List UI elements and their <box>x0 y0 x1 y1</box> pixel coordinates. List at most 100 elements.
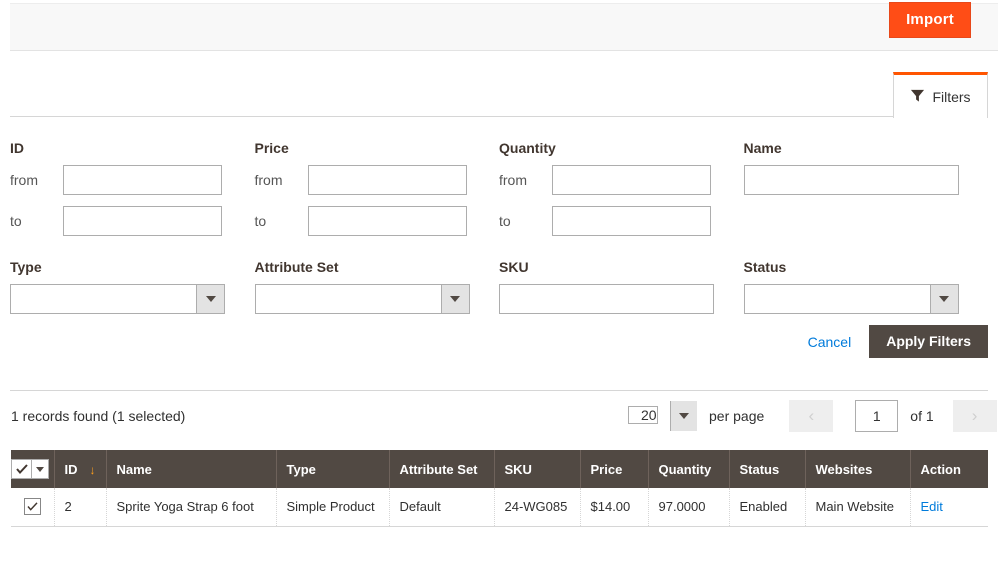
filter-group-attribute-set: Attribute Set <box>255 259 500 314</box>
filter-quantity-to-line: to <box>499 206 744 236</box>
cell-action[interactable]: Edit <box>910 488 988 526</box>
column-header-attribute-set[interactable]: Attribute Set <box>389 450 494 488</box>
column-header-sku[interactable]: SKU <box>494 450 580 488</box>
filter-quantity-from-line: from <box>499 165 744 195</box>
filter-group-status: Status <box>744 259 989 314</box>
filter-label-status: Status <box>744 259 989 275</box>
filter-type-dropdown-button[interactable] <box>196 285 224 313</box>
filter-type-select[interactable] <box>10 284 225 314</box>
filter-actions: Cancel Apply Filters <box>808 325 988 358</box>
filter-group-id: ID from to <box>10 140 255 247</box>
filter-group-sku: SKU <box>499 259 744 314</box>
sort-descending-icon: ↓ <box>90 463 96 477</box>
filter-label-attribute-set: Attribute Set <box>255 259 500 275</box>
column-header-status[interactable]: Status <box>729 450 805 488</box>
filter-name-input[interactable] <box>744 165 959 195</box>
chevron-down-icon <box>36 467 44 472</box>
filter-label-quantity: Quantity <box>499 140 744 156</box>
filter-id-to-line: to <box>10 206 255 236</box>
funnel-icon <box>910 88 925 106</box>
filter-attribute-set-dropdown-button[interactable] <box>441 285 469 313</box>
per-page-dropdown-button[interactable] <box>670 401 697 431</box>
filter-quantity-from-input[interactable] <box>552 165 711 195</box>
product-grid-page: Import Filters ID from to <box>0 0 998 564</box>
filter-status-value[interactable] <box>744 284 959 314</box>
filter-label-name: Name <box>744 140 989 156</box>
per-page-value[interactable]: 20 <box>628 406 658 424</box>
records-found-text: 1 records found (1 selected) <box>11 408 185 424</box>
filter-group-quantity: Quantity from to <box>499 140 744 247</box>
cell-quantity: 97.0000 <box>648 488 729 526</box>
column-header-action: Action <box>910 450 988 488</box>
filter-label-id: ID <box>10 140 255 156</box>
chevron-down-icon <box>679 413 689 419</box>
table-body: 2 Sprite Yoga Strap 6 foot Simple Produc… <box>11 488 988 526</box>
filters-tab[interactable]: Filters <box>893 72 988 118</box>
filter-quantity-to-input[interactable] <box>552 206 711 236</box>
select-all-dropdown-button[interactable] <box>31 460 48 478</box>
apply-filters-button[interactable]: Apply Filters <box>869 325 988 358</box>
toolbar-divider <box>10 116 893 117</box>
filter-label-sku: SKU <box>499 259 744 275</box>
column-header-price[interactable]: Price <box>580 450 648 488</box>
filter-group-price: Price from to <box>255 140 500 247</box>
column-header-id-label: ID <box>65 462 78 477</box>
filter-label-price: Price <box>255 140 500 156</box>
filter-attribute-set-select[interactable] <box>255 284 470 314</box>
filter-id-to-input[interactable] <box>63 206 222 236</box>
per-page-select[interactable]: 20 <box>628 400 698 432</box>
cell-attribute-set: Default <box>389 488 494 526</box>
column-header-name[interactable]: Name <box>106 450 276 488</box>
filter-attribute-set-value[interactable] <box>255 284 470 314</box>
import-button[interactable]: Import <box>889 2 971 38</box>
chevron-down-icon <box>939 296 949 302</box>
filter-price-to-line: to <box>255 206 500 236</box>
filters-row-1: ID from to Price from to <box>10 140 988 247</box>
column-header-websites[interactable]: Websites <box>805 450 910 488</box>
cancel-button[interactable]: Cancel <box>808 334 852 350</box>
filter-price-to-label: to <box>255 213 308 229</box>
row-select-cell[interactable] <box>11 488 54 526</box>
column-header-quantity[interactable]: Quantity <box>648 450 729 488</box>
table-row: 2 Sprite Yoga Strap 6 foot Simple Produc… <box>11 488 988 526</box>
cell-status: Enabled <box>729 488 805 526</box>
filter-id-from-label: from <box>10 172 63 188</box>
cell-type: Simple Product <box>276 488 389 526</box>
next-page-button[interactable]: › <box>953 400 997 432</box>
filter-price-from-input[interactable] <box>308 165 467 195</box>
previous-page-button[interactable]: ‹ <box>789 400 833 432</box>
filter-sku-input[interactable] <box>499 284 714 314</box>
filter-group-name: Name <box>744 140 989 247</box>
filters-tab-label: Filters <box>932 89 970 105</box>
column-header-id[interactable]: ID ↓ <box>54 450 106 488</box>
filter-id-from-line: from <box>10 165 255 195</box>
row-checkbox[interactable] <box>24 498 41 515</box>
select-all-control[interactable] <box>11 459 49 479</box>
cell-websites: Main Website <box>805 488 910 526</box>
cell-price: $14.00 <box>580 488 648 526</box>
page-toolbar <box>10 3 998 51</box>
filter-price-from-line: from <box>255 165 500 195</box>
filter-status-select[interactable] <box>744 284 959 314</box>
filter-status-dropdown-button[interactable] <box>930 285 958 313</box>
edit-link[interactable]: Edit <box>921 499 943 514</box>
filter-id-to-label: to <box>10 213 63 229</box>
filter-id-from-input[interactable] <box>63 165 222 195</box>
column-header-type[interactable]: Type <box>276 450 389 488</box>
filter-label-type: Type <box>10 259 255 275</box>
select-all-checkbox[interactable] <box>12 460 31 478</box>
table-header-row: ID ↓ Name Type Attribute Set SKU Price Qu… <box>11 450 988 488</box>
filter-type-value[interactable] <box>10 284 225 314</box>
filter-price-to-input[interactable] <box>308 206 467 236</box>
cell-sku: 24-WG085 <box>494 488 580 526</box>
filter-group-type: Type <box>10 259 255 314</box>
cell-id: 2 <box>54 488 106 526</box>
chevron-down-icon <box>450 296 460 302</box>
filter-quantity-to-label: to <box>499 213 552 229</box>
per-page-label: per page <box>709 408 764 424</box>
cell-name: Sprite Yoga Strap 6 foot <box>106 488 276 526</box>
products-table: ID ↓ Name Type Attribute Set SKU Price Qu… <box>11 450 988 527</box>
filter-price-from-label: from <box>255 172 308 188</box>
page-number-input[interactable] <box>855 400 898 432</box>
select-all-header[interactable] <box>11 450 54 488</box>
